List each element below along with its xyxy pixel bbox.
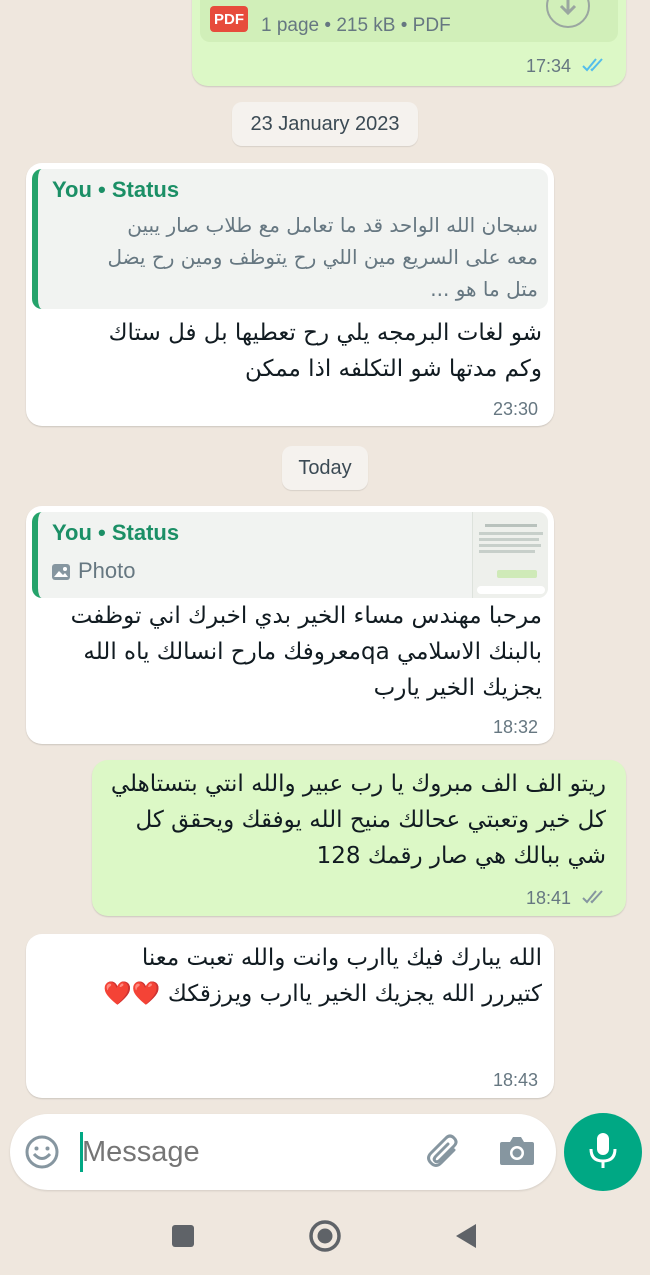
- date-separator: Today: [282, 446, 368, 490]
- message-text: ريتو الف الف مبروك يا رب عبير والله انتي…: [110, 771, 606, 869]
- system-nav-bar: [0, 1200, 650, 1275]
- mic-button[interactable]: [564, 1113, 642, 1191]
- quoted-status[interactable]: You • Status سبحان الله الواحد قد ما تعا…: [32, 169, 548, 309]
- camera-icon[interactable]: [498, 1134, 536, 1168]
- attach-icon[interactable]: [424, 1132, 464, 1172]
- message-input[interactable]: [82, 1128, 382, 1176]
- message-bubble-incoming[interactable]: You • Status Photo مرحبا مهندس مساء الخي…: [26, 506, 554, 744]
- message-bubble-incoming[interactable]: You • Status سبحان الله الواحد قد ما تعا…: [26, 163, 554, 426]
- message-time: 18:32: [492, 717, 538, 737]
- pdf-badge-label: PDF: [214, 10, 244, 28]
- mic-icon: [586, 1130, 620, 1174]
- pdf-file-card[interactable]: PDF 1 page • 215 kB • PDF: [200, 0, 618, 42]
- download-icon[interactable]: [546, 0, 590, 28]
- message-time: 18:43: [492, 1070, 538, 1090]
- nav-back-icon[interactable]: [454, 1222, 478, 1250]
- message-text: شو لغات البرمجه يلي رح تعطيها بل فل ستاك…: [108, 320, 542, 382]
- status-thumbnail: [472, 512, 548, 598]
- pdf-message-bubble[interactable]: PDF 1 page • 215 kB • PDF 17:34: [192, 0, 626, 86]
- pdf-file-meta: 1 page • 215 kB • PDF: [261, 15, 451, 36]
- message-time: 23:30: [492, 399, 538, 419]
- message-time: 18:41: [525, 888, 571, 908]
- nav-home-icon[interactable]: [308, 1219, 342, 1253]
- date-label: Today: [298, 456, 352, 479]
- nav-recent-icon[interactable]: [172, 1225, 194, 1247]
- pdf-icon: PDF: [210, 6, 248, 32]
- message-bubble-incoming[interactable]: الله يبارك فيك ياارب وانت والله تعبت معن…: [26, 934, 554, 1098]
- message-text: الله يبارك فيك ياارب وانت والله تعبت معن…: [103, 945, 542, 1007]
- emoji-icon[interactable]: [24, 1134, 60, 1170]
- photo-icon: [52, 564, 70, 580]
- message-bubble-outgoing[interactable]: ريتو الف الف مبروك يا رب عبير والله انتي…: [92, 760, 626, 916]
- date-separator: 23 January 2023: [232, 102, 418, 146]
- date-label: 23 January 2023: [250, 112, 400, 135]
- pdf-message-time: 17:34: [525, 56, 571, 76]
- message-text: مرحبا مهندس مساء الخير بدي اخبرك اني توظ…: [70, 603, 542, 701]
- quote-author: You • Status: [52, 520, 180, 545]
- read-ticks-icon: [582, 57, 608, 78]
- delivered-ticks-icon: [582, 889, 608, 910]
- chat-area: PDF 1 page • 215 kB • PDF 17:34 23 Janua…: [0, 0, 650, 1110]
- quote-author: You • Status: [52, 177, 180, 202]
- quoted-status[interactable]: You • Status Photo: [32, 512, 548, 598]
- quote-text: Photo: [78, 558, 136, 583]
- message-composer[interactable]: [10, 1114, 556, 1190]
- quote-text: سبحان الله الواحد قد ما تعامل مع طلاب صا…: [107, 213, 538, 301]
